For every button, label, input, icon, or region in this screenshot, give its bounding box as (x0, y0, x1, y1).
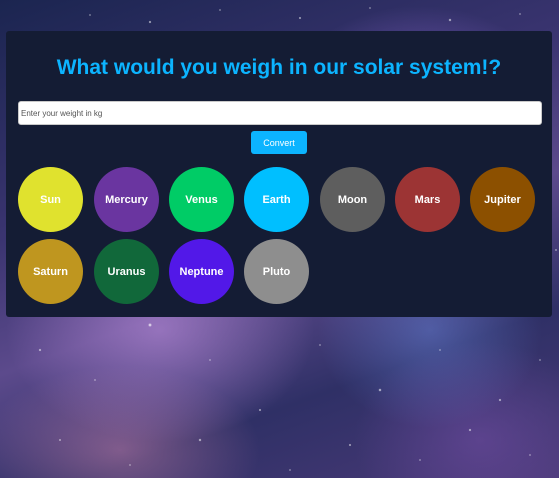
page-title: What would you weigh in our solar system… (56, 56, 502, 79)
planet-button-jupiter[interactable]: Jupiter (470, 167, 535, 232)
planet-button-uranus[interactable]: Uranus (94, 239, 159, 304)
planet-button-saturn[interactable]: Saturn (18, 239, 83, 304)
planet-button-moon[interactable]: Moon (320, 167, 385, 232)
planet-button-mercury[interactable]: Mercury (94, 167, 159, 232)
planet-button-mars[interactable]: Mars (395, 167, 460, 232)
planet-button-earth[interactable]: Earth (244, 167, 309, 232)
planet-button-pluto[interactable]: Pluto (244, 239, 309, 304)
weight-input[interactable] (18, 101, 542, 125)
convert-button[interactable]: Convert (251, 131, 307, 154)
planet-button-neptune[interactable]: Neptune (169, 239, 234, 304)
calculator-panel: What would you weigh in our solar system… (6, 31, 552, 317)
planet-button-sun[interactable]: Sun (18, 167, 83, 232)
planet-button-venus[interactable]: Venus (169, 167, 234, 232)
